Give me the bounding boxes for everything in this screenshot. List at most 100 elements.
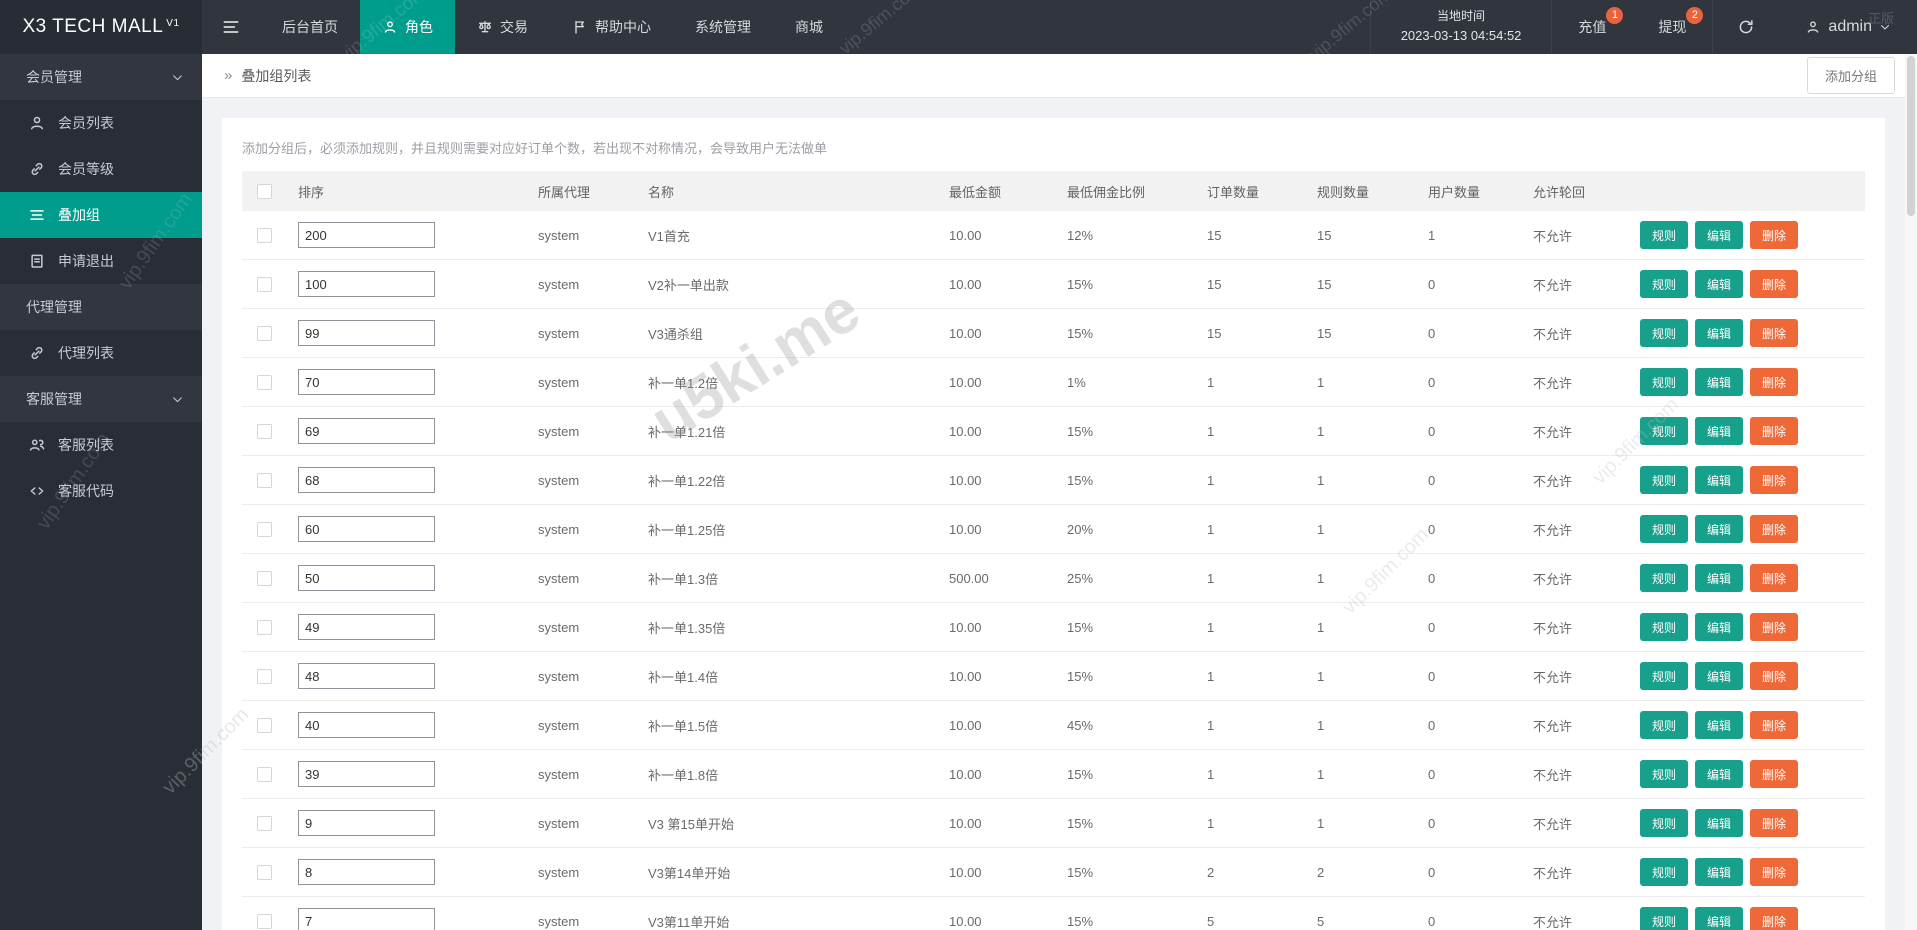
edit-button[interactable]: 编辑 [1695,809,1744,837]
row-checkbox[interactable] [257,325,272,341]
edit-button[interactable]: 编辑 [1695,319,1744,347]
recharge-button[interactable]: 充值 1 [1552,0,1632,54]
row-checkbox[interactable] [257,521,272,537]
delete-button[interactable]: 删除 [1750,466,1799,494]
edit-button[interactable]: 编辑 [1695,858,1744,886]
delete-button[interactable]: 删除 [1750,613,1799,641]
sort-input[interactable] [298,810,435,836]
sidebar-item-9[interactable]: 客服代码 [0,468,202,514]
sidebar-group-5[interactable]: 代理管理 [0,284,202,330]
delete-button[interactable]: 删除 [1750,858,1799,886]
sort-input[interactable] [298,908,435,930]
row-checkbox[interactable] [257,668,272,684]
row-checkbox[interactable] [257,619,272,635]
edit-button[interactable]: 编辑 [1695,613,1744,641]
edit-button[interactable]: 编辑 [1695,270,1744,298]
sort-input[interactable] [298,222,435,248]
row-checkbox[interactable] [257,276,272,292]
sort-input[interactable] [298,761,435,787]
rule-button[interactable]: 规则 [1640,221,1689,249]
rule-button[interactable]: 规则 [1640,858,1689,886]
rule-button[interactable]: 规则 [1640,319,1689,347]
rule-button[interactable]: 规则 [1640,417,1689,445]
sort-input[interactable] [298,663,435,689]
row-checkbox[interactable] [257,913,272,929]
edit-button[interactable]: 编辑 [1695,711,1744,739]
sort-input[interactable] [298,271,435,297]
edit-button[interactable]: 编辑 [1695,564,1744,592]
sort-input[interactable] [298,467,435,493]
rule-button[interactable]: 规则 [1640,907,1689,930]
rule-button[interactable]: 规则 [1640,564,1689,592]
sidebar-item-2[interactable]: 会员等级 [0,146,202,192]
delete-button[interactable]: 删除 [1750,662,1799,690]
sort-input[interactable] [298,320,435,346]
edit-button[interactable]: 编辑 [1695,368,1744,396]
row-checkbox[interactable] [257,864,272,880]
rule-button[interactable]: 规则 [1640,809,1689,837]
row-checkbox[interactable] [257,423,272,439]
row-checkbox[interactable] [257,570,272,586]
delete-button[interactable]: 删除 [1750,711,1799,739]
edit-button[interactable]: 编辑 [1695,760,1744,788]
delete-button[interactable]: 删除 [1750,270,1799,298]
delete-button[interactable]: 删除 [1750,809,1799,837]
sidebar-item-6[interactable]: 代理列表 [0,330,202,376]
sidebar-item-1[interactable]: 会员列表 [0,100,202,146]
edit-button[interactable]: 编辑 [1695,221,1744,249]
delete-button[interactable]: 删除 [1750,760,1799,788]
sort-input[interactable] [298,369,435,395]
delete-button[interactable]: 删除 [1750,221,1799,249]
edit-button[interactable]: 编辑 [1695,662,1744,690]
add-group-button[interactable]: 添加分组 [1806,57,1895,94]
sidebar-toggle-button[interactable] [202,0,260,54]
row-checkbox[interactable] [257,766,272,782]
rule-button[interactable]: 规则 [1640,662,1689,690]
sidebar-item-8[interactable]: 客服列表 [0,422,202,468]
nav-item-0[interactable]: 后台首页 [260,0,360,54]
rule-button[interactable]: 规则 [1640,368,1689,396]
delete-button[interactable]: 删除 [1750,319,1799,347]
sort-input[interactable] [298,712,435,738]
nav-item-5[interactable]: 商城 [773,0,845,54]
delete-button[interactable]: 删除 [1750,907,1799,930]
sidebar-item-3[interactable]: 叠加组 [0,192,202,238]
delete-button[interactable]: 删除 [1750,564,1799,592]
scrollbar-thumb[interactable] [1907,56,1915,216]
sort-input[interactable] [298,565,435,591]
delete-button[interactable]: 删除 [1750,515,1799,543]
sidebar-item-4[interactable]: 申请退出 [0,238,202,284]
rule-button[interactable]: 规则 [1640,515,1689,543]
sidebar-group-7[interactable]: 客服管理 [0,376,202,422]
edit-button[interactable]: 编辑 [1695,515,1744,543]
row-checkbox[interactable] [257,815,272,831]
row-checkbox[interactable] [257,374,272,390]
row-checkbox[interactable] [257,227,272,243]
nav-item-2[interactable]: 交易 [455,0,550,54]
rule-button[interactable]: 规则 [1640,613,1689,641]
sort-input[interactable] [298,516,435,542]
sort-input[interactable] [298,859,435,885]
withdraw-button[interactable]: 提现 2 [1632,0,1712,54]
edit-button[interactable]: 编辑 [1695,417,1744,445]
nav-item-3[interactable]: 帮助中心 [550,0,673,54]
refresh-button[interactable] [1712,0,1779,54]
vertical-scrollbar[interactable] [1905,54,1917,930]
row-checkbox[interactable] [257,717,272,733]
row-checkbox[interactable] [257,472,272,488]
rule-button[interactable]: 规则 [1640,711,1689,739]
rule-button[interactable]: 规则 [1640,466,1689,494]
rule-button[interactable]: 规则 [1640,270,1689,298]
sort-input[interactable] [298,418,435,444]
admin-menu[interactable]: admin [1779,0,1917,54]
sort-input[interactable] [298,614,435,640]
edit-button[interactable]: 编辑 [1695,907,1744,930]
select-all-checkbox[interactable] [257,183,272,199]
sidebar-group-0[interactable]: 会员管理 [0,54,202,100]
nav-item-4[interactable]: 系统管理 [673,0,773,54]
delete-button[interactable]: 删除 [1750,368,1799,396]
delete-button[interactable]: 删除 [1750,417,1799,445]
nav-item-1[interactable]: 角色 [360,0,455,54]
rule-button[interactable]: 规则 [1640,760,1689,788]
edit-button[interactable]: 编辑 [1695,466,1744,494]
